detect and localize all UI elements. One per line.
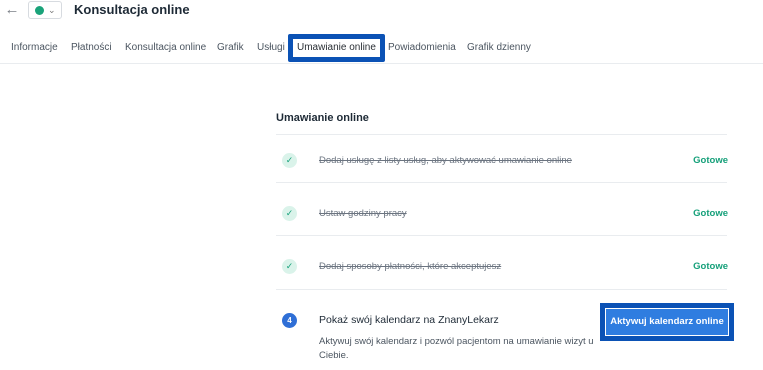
chevron-down-icon: ⌄ <box>48 5 56 15</box>
step-1-status: Gotowe <box>693 155 728 166</box>
divider <box>276 289 727 290</box>
tab-konsultacja-online[interactable]: Konsultacja online <box>125 34 206 62</box>
tab-grafik[interactable]: Grafik <box>217 34 244 62</box>
step-2-status: Gotowe <box>693 208 728 219</box>
section-title: Umawianie online <box>276 112 369 124</box>
status-dropdown[interactable]: ⌄ <box>28 1 62 19</box>
arrow-left-icon[interactable]: ← <box>4 2 20 18</box>
check-icon: ✓ <box>282 153 297 168</box>
tab-powiadomienia[interactable]: Powiadomienia <box>388 34 456 62</box>
tab-bar: Informacje Płatności Konsultacja online … <box>0 34 763 64</box>
step-3-status: Gotowe <box>693 261 728 272</box>
tab-informacje[interactable]: Informacje <box>11 34 58 62</box>
check-icon: ✓ <box>282 206 297 221</box>
step-3-text: Dodaj sposoby płatności, które akceptuje… <box>319 261 502 272</box>
top-bar: ← ⌄ Konsultacja online <box>0 0 763 22</box>
divider <box>276 235 727 236</box>
activate-button-highlight: Aktywuj kalendarz online <box>600 303 734 341</box>
tab-divider <box>0 63 763 64</box>
divider <box>276 182 727 183</box>
activate-calendar-button[interactable]: Aktywuj kalendarz online <box>605 308 729 336</box>
divider <box>276 134 727 135</box>
page-title: Konsultacja online <box>74 2 190 17</box>
step-4-title: Pokaż swój kalendarz na ZnanyLekarz <box>319 314 499 326</box>
step-2-text: Ustaw godziny pracy <box>319 208 407 219</box>
step-1-text: Dodaj usługę z listy usług, aby aktywowa… <box>319 155 572 166</box>
tab-platnosci[interactable]: Płatności <box>71 34 112 62</box>
step-4-description: Aktywuj swój kalendarz i pozwól pacjento… <box>319 336 594 361</box>
step-number-badge: 4 <box>282 313 297 328</box>
status-dot-icon <box>35 6 44 15</box>
tab-umawianie-online[interactable]: Umawianie online <box>288 34 385 62</box>
check-icon: ✓ <box>282 259 297 274</box>
tab-grafik-dzienny[interactable]: Grafik dzienny <box>467 34 531 62</box>
tab-uslugi[interactable]: Usługi <box>257 34 285 62</box>
